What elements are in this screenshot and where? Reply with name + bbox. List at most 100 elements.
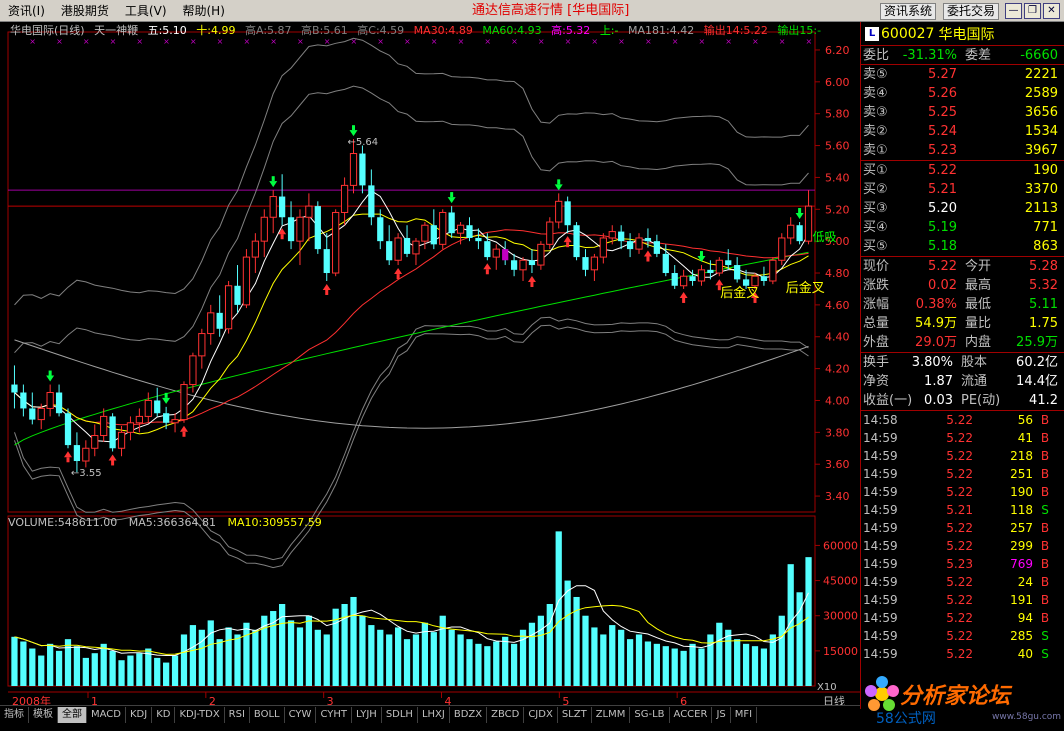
tab-bdzx[interactable]: BDZX [450, 706, 488, 723]
menu-help[interactable]: 帮助(H) [175, 0, 233, 22]
candle-body [430, 225, 437, 245]
volume-bar [510, 643, 518, 686]
close-icon[interactable]: ✕ [1043, 3, 1060, 19]
tab-accer[interactable]: ACCER [670, 706, 713, 723]
tab-kd[interactable]: KD [152, 706, 176, 723]
candle-body [519, 259, 527, 271]
tab-rsi[interactable]: RSI [225, 706, 250, 723]
candle-body [314, 206, 321, 250]
kline-chart[interactable]: 6.20 6.00 5.80 5.60 5.40 5.20 5.00 4.80 4.60 4.40… [0, 22, 860, 709]
tab-indicator[interactable]: 指标 [0, 706, 29, 723]
stat-value: 5.11 [1029, 297, 1058, 312]
news-system-button[interactable]: 资讯系统 [880, 3, 937, 20]
marker-cross: × [725, 37, 732, 46]
volume-bar [118, 660, 125, 686]
candle-body [287, 217, 295, 242]
marker-cross: × [672, 37, 679, 46]
candle-body [510, 260, 518, 270]
buy-signal-arrow-stem [682, 297, 686, 303]
volume-bar [502, 636, 509, 686]
tab-kdj[interactable]: KDJ [126, 706, 153, 723]
sell-signal-arrow [554, 184, 563, 191]
menu-news[interactable]: 资讯(I) [0, 0, 53, 22]
candle-body [251, 240, 259, 258]
candle-body [573, 225, 580, 258]
bid-row[interactable]: 买⑤ 5.18 863 [861, 237, 1064, 256]
fundamental-row: 收益(一) 0.03 PE(动) 41.2 [861, 391, 1064, 410]
bid-row[interactable]: 买④ 5.19 771 [861, 218, 1064, 237]
buy-signal-arrow-stem [280, 234, 284, 240]
menu-tools[interactable]: 工具(V) [117, 0, 175, 22]
sell-signal-arrow-stem [352, 125, 356, 131]
volume-bar [653, 643, 660, 686]
ask-label: 卖② [863, 124, 888, 139]
fundamental-row: 净资 1.87 流通 14.4亿 [861, 372, 1064, 391]
tab-cyht[interactable]: CYHT [316, 706, 352, 723]
volume-bar [707, 634, 714, 686]
volume-bar [38, 655, 45, 686]
tab-cjdx[interactable]: CJDX [524, 706, 558, 723]
candle-body [359, 153, 366, 186]
ask-row[interactable]: 卖⑤ 5.27 2221 [861, 65, 1064, 84]
ask-row[interactable]: 卖② 5.24 1534 [861, 122, 1064, 141]
trade-button[interactable]: 委托交易 [943, 3, 1000, 20]
indicator-info-line: 华电国际(日线) 天一神鞭 五:5.10 十:4.99 高A:5.87 高B:5… [10, 24, 827, 38]
tab-boll[interactable]: BOLL [250, 706, 285, 723]
tab-lyjh[interactable]: LYJH [352, 706, 382, 723]
tab-cyw[interactable]: CYW [285, 706, 317, 723]
candle-body [64, 413, 72, 446]
ask-label: 卖④ [863, 86, 888, 101]
watermark-url: www.58gu.com [992, 712, 1062, 722]
restore-icon[interactable]: ❐ [1024, 3, 1041, 19]
buy-signal-arrow [394, 268, 403, 275]
candle-body [46, 392, 54, 409]
marker-cross: × [618, 37, 625, 46]
tick-list[interactable]: 14:58 5.22 56 B 14:59 5.22 41 B 14:59 5.22 218 B 14:… [861, 411, 1064, 663]
bid-row[interactable]: 买① 5.22 190 [861, 161, 1064, 180]
bid-row[interactable]: 买② 5.21 3370 [861, 180, 1064, 199]
tab-mfi[interactable]: MFI [731, 706, 758, 723]
volume-bar [493, 641, 500, 686]
ask-row[interactable]: 卖① 5.23 3967 [861, 141, 1064, 160]
volume-bar [82, 657, 89, 686]
shang-value: 上:- [599, 24, 619, 37]
buy-signal-arrow [715, 279, 724, 286]
tab-lhxj[interactable]: LHXJ [418, 706, 450, 723]
bid-row[interactable]: 买③ 5.20 2113 [861, 199, 1064, 218]
sell-signal-arrow [46, 375, 55, 382]
price-tick-label: 4.00 [825, 394, 850, 407]
tab-kdj-tdx[interactable]: KDJ-TDX [175, 706, 225, 723]
volume-bar [725, 629, 732, 686]
buy-signal-arrow [643, 250, 652, 257]
tab-slzt[interactable]: SLZT [558, 706, 592, 723]
volume-bar [609, 625, 616, 686]
fundamental-value: 3.80% [911, 355, 953, 370]
fundamental-label: 股本 [961, 355, 988, 370]
tick-volume: 40 [1017, 647, 1033, 661]
stat-value: 5.22 [928, 259, 957, 274]
tab-js[interactable]: JS [712, 706, 731, 723]
bid-qty: 771 [1033, 220, 1058, 235]
bid-label: 买③ [863, 201, 888, 216]
tab-zlmm[interactable]: ZLMM [592, 706, 631, 723]
tick-price: 5.22 [946, 449, 973, 463]
tab-all[interactable]: 全部 [58, 706, 87, 723]
volume-bar [207, 620, 214, 686]
minimize-icon[interactable]: — [1005, 3, 1022, 19]
ask-row[interactable]: 卖③ 5.25 3656 [861, 103, 1064, 122]
volume-bar [189, 625, 197, 686]
fundamental-value: 60.2亿 [1016, 355, 1058, 370]
tab-sg-lb[interactable]: SG-LB [630, 706, 670, 723]
volume-tick-label: 45000 [823, 575, 858, 588]
tab-zbcd[interactable]: ZBCD [487, 706, 525, 723]
candle-body [760, 276, 768, 281]
tab-sdlh[interactable]: SDLH [382, 706, 418, 723]
chart-canvas[interactable]: 6.206.005.805.605.405.205.004.804.604.40… [0, 22, 860, 709]
indicator-name[interactable]: 天一神鞭 [94, 24, 138, 37]
tab-template[interactable]: 模板 [29, 706, 58, 723]
ask-row[interactable]: 卖④ 5.26 2589 [861, 84, 1064, 103]
menu-hk-futures[interactable]: 港股期货 [53, 0, 117, 22]
tab-macd[interactable]: MACD [87, 706, 126, 723]
candle-body [403, 237, 411, 254]
bid-qty: 3370 [1024, 182, 1058, 197]
